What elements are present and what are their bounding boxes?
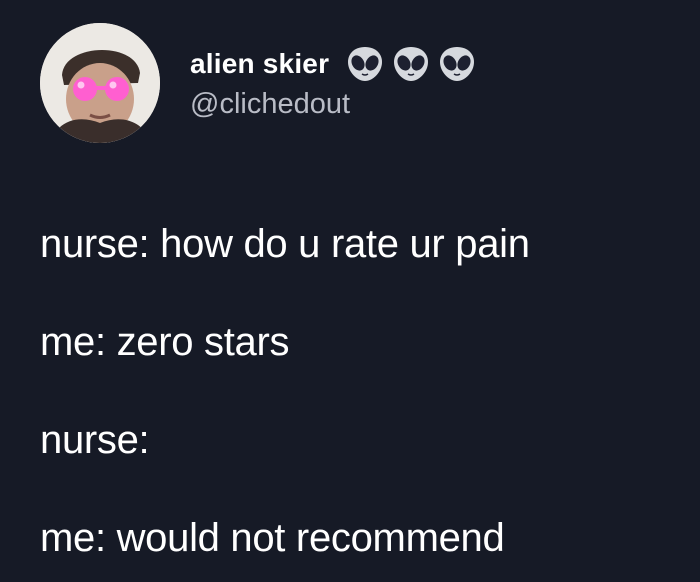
- avatar[interactable]: [40, 23, 160, 143]
- alien-icon: [348, 47, 383, 81]
- author-name-row: alien skier: [190, 44, 477, 84]
- name-emojis: [345, 44, 477, 84]
- tweet-line: me: would not recommend: [40, 516, 505, 560]
- tweet-card: alien skier @clichedout nurse: how do u …: [0, 0, 700, 582]
- tweet-line: nurse: how do u rate ur pain: [40, 222, 530, 266]
- tweet-body: nurse: how do u rate ur pain me: zero st…: [40, 220, 680, 562]
- alien-icon: [440, 47, 475, 81]
- avatar-image: [40, 23, 160, 143]
- tweet-line: me: zero stars: [40, 320, 290, 364]
- alien-icon: [394, 47, 429, 81]
- tweet-line: nurse:: [40, 418, 150, 462]
- display-name[interactable]: alien skier: [190, 48, 329, 80]
- user-handle[interactable]: @clichedout: [190, 88, 350, 121]
